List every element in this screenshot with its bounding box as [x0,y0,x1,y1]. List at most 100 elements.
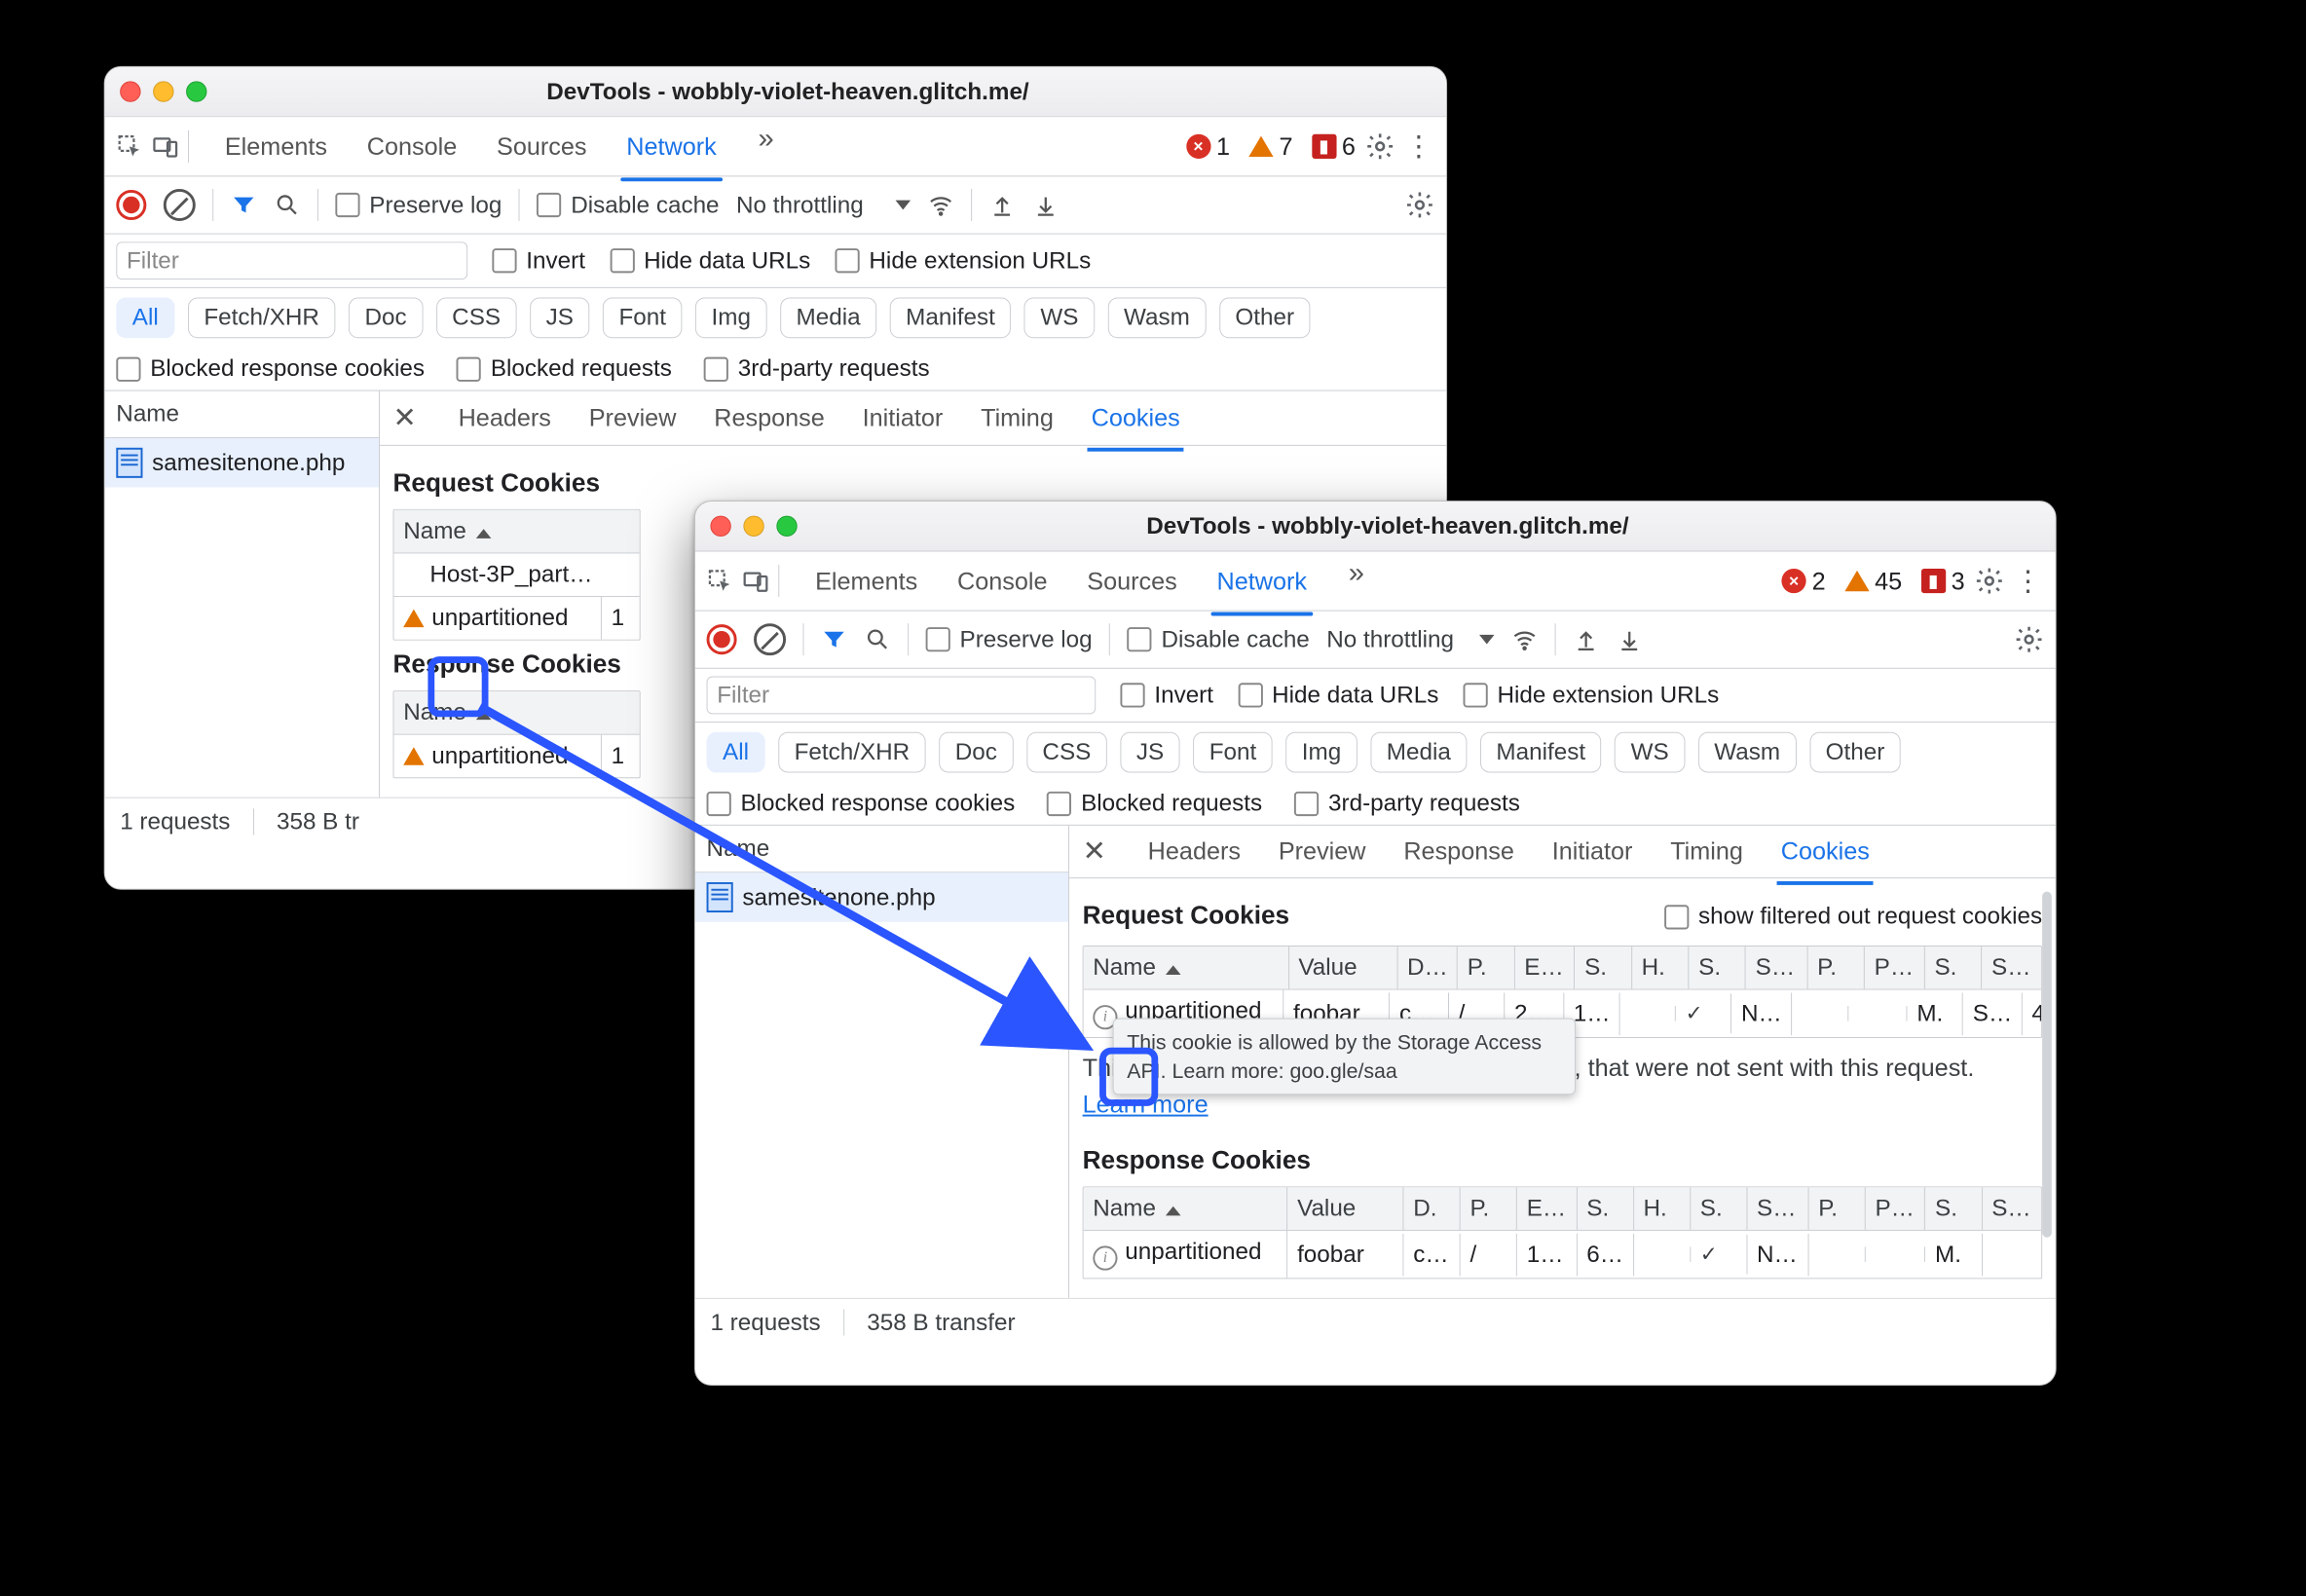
blocked-requests-checkbox[interactable]: Blocked requests [457,355,672,383]
request-row[interactable]: samesitenone.php [105,438,379,487]
disable-cache-checkbox[interactable]: Disable cache [1128,626,1310,653]
filter-icon[interactable] [821,626,847,652]
table-row[interactable]: unpartitioned 1 [393,734,639,778]
blocked-requests-checkbox[interactable]: Blocked requests [1047,790,1262,817]
close-icon[interactable]: ✕ [393,401,417,434]
type-ws[interactable]: WS [1615,732,1685,773]
type-fetch[interactable]: Fetch/XHR [778,732,926,773]
info-icon[interactable]: i [1093,1245,1117,1270]
more-tabs-icon[interactable]: » [1343,557,1370,605]
tab-console[interactable]: Console [953,557,1051,605]
tab-network[interactable]: Network [1213,557,1311,605]
filter-input[interactable]: Filter [707,677,1097,715]
download-icon[interactable] [1617,626,1643,652]
close-dot[interactable] [120,81,140,101]
type-all[interactable]: All [707,732,765,773]
inspect-icon[interactable] [116,133,142,160]
name-column-header[interactable]: Name [695,826,1068,873]
type-js[interactable]: JS [530,298,589,339]
preserve-log-checkbox[interactable]: Preserve log [335,191,502,218]
type-font[interactable]: Font [1193,732,1273,773]
type-ws[interactable]: WS [1024,298,1095,339]
tab-elements[interactable]: Elements [221,123,331,170]
record-icon[interactable] [707,624,737,654]
blocked-cookies-checkbox[interactable]: Blocked response cookies [707,790,1016,817]
tab-sources[interactable]: Sources [1083,557,1180,605]
filter-icon[interactable] [231,192,257,218]
tab-cookies[interactable]: Cookies [1090,395,1182,440]
clear-icon[interactable] [754,623,786,655]
type-wasm[interactable]: Wasm [1108,298,1207,339]
type-font[interactable]: Font [603,298,683,339]
hide-data-urls-checkbox[interactable]: Hide data URLs [1238,682,1438,709]
request-row[interactable]: samesitenone.php [695,872,1068,921]
tab-elements[interactable]: Elements [811,557,921,605]
upload-icon[interactable] [989,192,1016,218]
hide-extension-urls-checkbox[interactable]: Hide extension URLs [835,247,1091,275]
search-icon[interactable] [274,192,300,218]
name-column-header[interactable]: Name [105,391,379,439]
type-img[interactable]: Img [695,298,766,339]
kebab-icon[interactable]: ⋮ [1404,130,1434,163]
record-icon[interactable] [116,190,146,220]
tab-response[interactable]: Response [1401,830,1515,874]
gear-icon[interactable] [1365,131,1395,162]
hide-extension-urls-checkbox[interactable]: Hide extension URLs [1464,682,1720,709]
minimize-dot[interactable] [153,81,173,101]
type-media[interactable]: Media [780,298,876,339]
type-fetch[interactable]: Fetch/XHR [188,298,336,339]
tab-console[interactable]: Console [363,123,461,170]
clear-icon[interactable] [164,189,196,221]
type-css[interactable]: CSS [436,298,517,339]
type-manifest[interactable]: Manifest [890,298,1012,339]
type-css[interactable]: CSS [1026,732,1107,773]
tab-network[interactable]: Network [622,123,720,170]
table-row[interactable]: unpartitioned 1 [393,596,639,640]
minimize-dot[interactable] [743,516,763,537]
type-media[interactable]: Media [1370,732,1467,773]
show-filtered-checkbox[interactable]: show filtered out request cookies [1664,903,2042,930]
tab-initiator[interactable]: Initiator [861,395,946,440]
network-conditions-icon[interactable] [1511,626,1538,652]
invert-checkbox[interactable]: Invert [1120,682,1213,709]
tab-initiator[interactable]: Initiator [1550,830,1635,874]
tab-headers[interactable]: Headers [1146,830,1243,874]
kebab-icon[interactable]: ⋮ [2014,565,2044,598]
device-toolbar-icon[interactable] [742,568,768,594]
tab-headers[interactable]: Headers [457,395,553,440]
network-conditions-icon[interactable] [928,192,954,218]
type-js[interactable]: JS [1120,732,1179,773]
message-counts[interactable]: ×1 7 ▮6 [1186,131,1356,161]
type-wasm[interactable]: Wasm [1698,732,1797,773]
upload-icon[interactable] [1573,626,1599,652]
third-party-checkbox[interactable]: 3rd-party requests [704,355,930,383]
throttling-select[interactable]: No throttling [736,191,911,218]
table-row[interactable]: iunpartitioned foobar c… / 1… 6… ✓ N… M. [1084,1230,2042,1278]
preserve-log-checkbox[interactable]: Preserve log [926,626,1093,653]
type-doc[interactable]: Doc [349,298,423,339]
hide-data-urls-checkbox[interactable]: Hide data URLs [610,247,810,275]
gear-icon[interactable] [1974,566,2004,596]
throttling-select[interactable]: No throttling [1326,626,1494,653]
tab-sources[interactable]: Sources [493,123,590,170]
invert-checkbox[interactable]: Invert [492,247,585,275]
more-tabs-icon[interactable]: » [753,123,780,170]
network-gear-icon[interactable] [2014,624,2044,654]
table-header[interactable]: Name Value D. P. E… S. H. S. S… P. P… S.… [1084,1187,2042,1230]
disable-cache-checkbox[interactable]: Disable cache [537,191,719,218]
tab-cookies[interactable]: Cookies [1779,830,1872,874]
network-gear-icon[interactable] [1404,190,1434,220]
table-header[interactable]: Name Value D… P. E… S. H. S. S… P. P… S.… [1084,946,2042,989]
type-img[interactable]: Img [1285,732,1357,773]
inspect-icon[interactable] [707,568,733,594]
third-party-checkbox[interactable]: 3rd-party requests [1294,790,1520,817]
type-other[interactable]: Other [1809,732,1901,773]
blocked-cookies-checkbox[interactable]: Blocked response cookies [116,355,425,383]
filter-input[interactable]: Filter [116,241,467,279]
download-icon[interactable] [1032,192,1059,218]
message-counts[interactable]: ×2 45 ▮3 [1782,567,1965,596]
search-icon[interactable] [865,626,891,652]
table-header[interactable]: Name [393,510,639,553]
tab-preview[interactable]: Preview [587,395,679,440]
tab-preview[interactable]: Preview [1277,830,1368,874]
